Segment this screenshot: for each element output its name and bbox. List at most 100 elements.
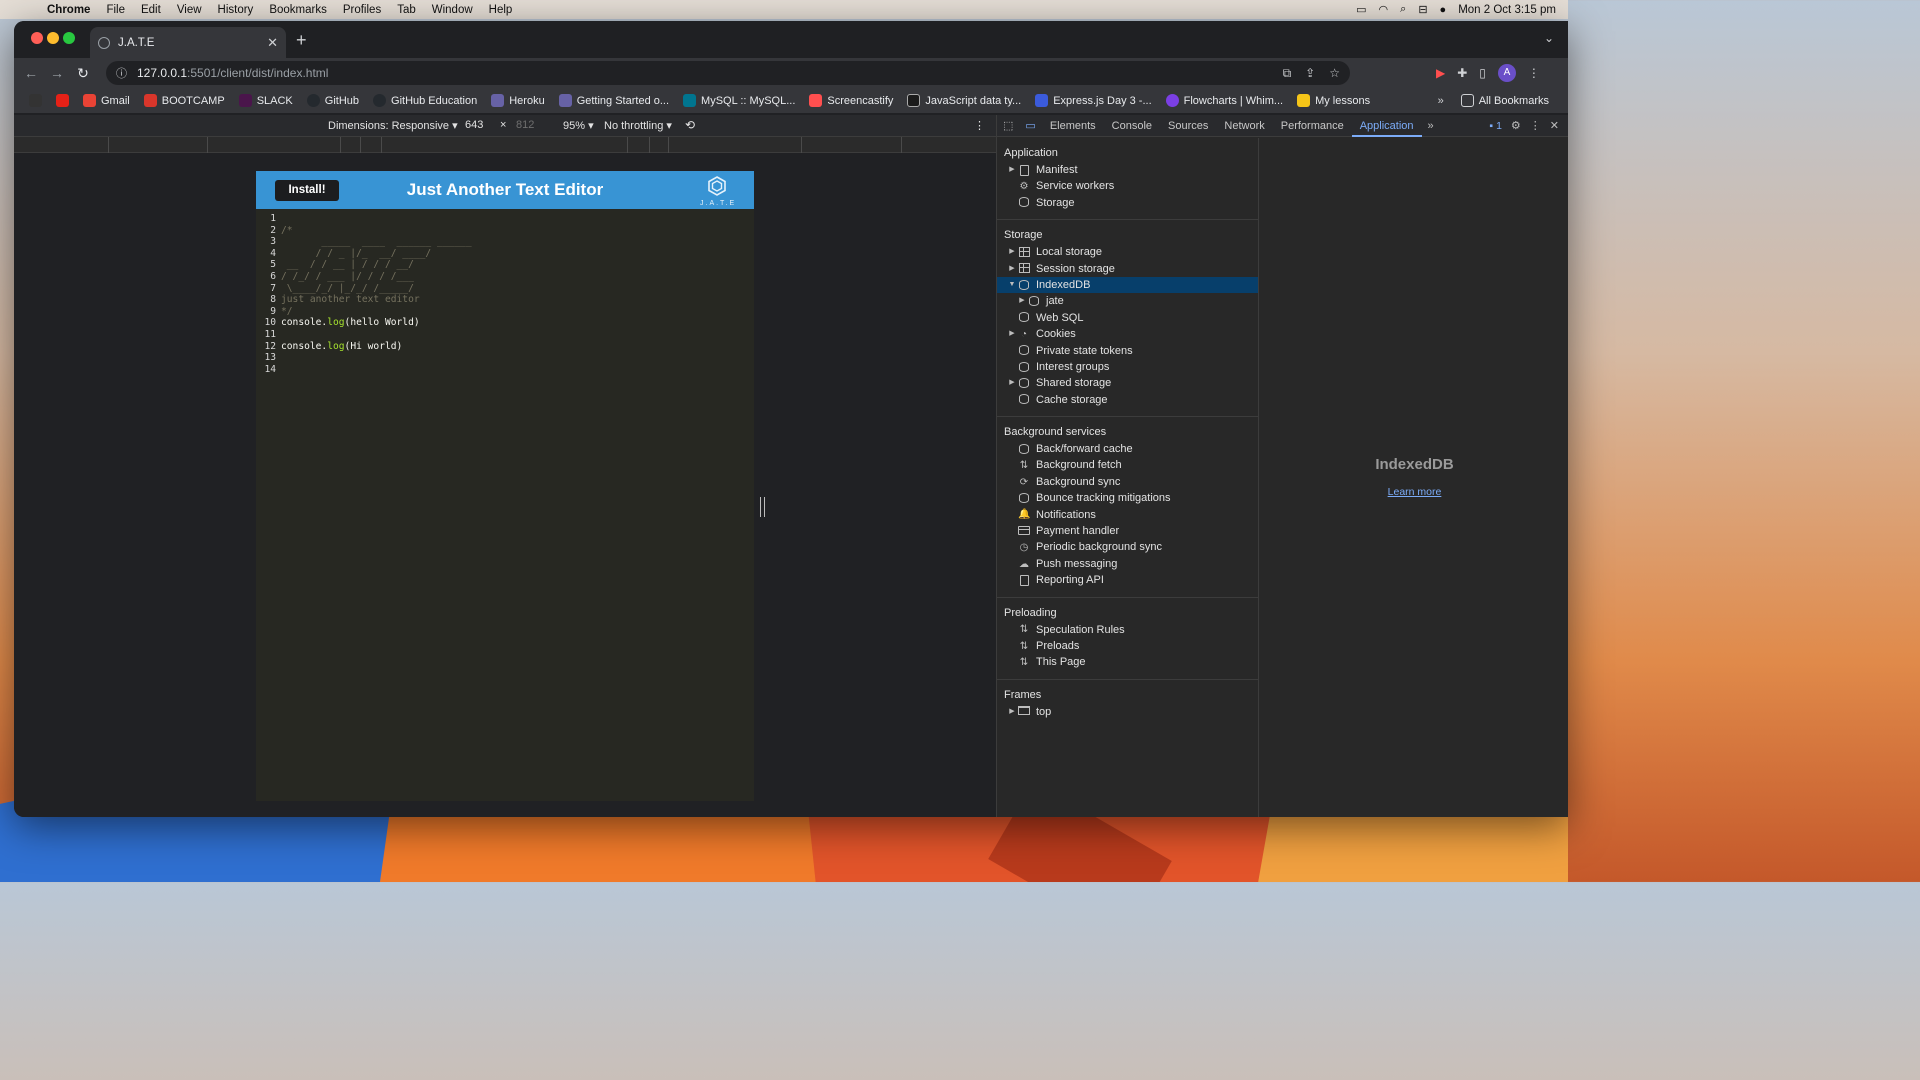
sidebar-item-private-state-tokens[interactable]: Private state tokens [997, 343, 1258, 359]
screencastify-extension-icon[interactable]: ▶ [1436, 66, 1445, 80]
expand-arrow-icon[interactable]: ▶ [1008, 704, 1016, 720]
sidebar-item-local-storage[interactable]: ▶ Local storage [997, 244, 1258, 260]
bookmark-getting-started[interactable]: Getting Started o... [552, 94, 676, 107]
bookmark-heroku[interactable]: Heroku [484, 94, 551, 107]
expand-arrow-icon[interactable]: ▶ [1008, 326, 1016, 342]
browser-tab[interactable]: J.A.T.E ✕ [90, 27, 286, 58]
bookmark-item[interactable] [49, 94, 76, 107]
issues-badge[interactable]: ▪ 1 [1489, 120, 1501, 132]
menu-window[interactable]: Window [425, 4, 482, 16]
media-query-segment[interactable] [381, 137, 382, 153]
media-query-segment[interactable] [340, 137, 341, 153]
profile-avatar[interactable]: A [1497, 64, 1516, 82]
media-query-segment[interactable] [801, 137, 802, 153]
spotlight-search-icon[interactable]: ⌕ [1400, 3, 1406, 16]
sidebar-item-shared-storage[interactable]: ▶ Shared storage [997, 375, 1258, 391]
chrome-menu-icon[interactable]: ⋮ [1528, 66, 1540, 80]
devtools-menu-icon[interactable]: ⋮ [1530, 119, 1541, 132]
editor-line[interactable]: 12 console.log(Hi world) [256, 341, 754, 353]
bookmark-my-lessons[interactable]: My lessons [1290, 94, 1377, 107]
settings-gear-icon[interactable]: ⚙ [1511, 119, 1521, 132]
editor-line[interactable]: 3 _____ ____ ______ ______ [256, 236, 754, 248]
reload-button[interactable]: ↻ [70, 65, 96, 82]
editor-line[interactable]: 11 [256, 329, 754, 341]
site-info-icon[interactable]: ⓘ [116, 65, 127, 81]
editor-line[interactable]: 14 [256, 364, 754, 376]
zoom-dropdown[interactable]: 95% ▾ [563, 119, 594, 132]
expand-arrow-icon[interactable]: ▶ [1008, 261, 1016, 277]
sidebar-item-speculation-rules[interactable]: ⇅ Speculation Rules [997, 622, 1258, 638]
sidebar-item-reporting-api[interactable]: Reporting API [997, 572, 1258, 588]
media-query-segment[interactable] [627, 137, 628, 153]
menu-edit[interactable]: Edit [134, 4, 170, 16]
more-bookmarks-chevron-icon[interactable]: » [1438, 95, 1444, 107]
tab-search-chevron-icon[interactable]: ⌄ [1544, 31, 1554, 45]
sidebar-item-manifest[interactable]: ▶ Manifest [997, 162, 1258, 178]
menu-view[interactable]: View [170, 4, 211, 16]
bookmark-github-education[interactable]: GitHub Education [366, 94, 484, 107]
media-query-segment[interactable] [649, 137, 650, 153]
editor-line[interactable]: 1 [256, 213, 754, 225]
install-button[interactable]: Install! [275, 180, 339, 201]
sidebar-item-service-workers[interactable]: ⚙ Service workers [997, 178, 1258, 194]
tab-network[interactable]: Network [1216, 115, 1272, 137]
editor-line[interactable]: 6 / /_/ / ___ |/ / / /___ [256, 271, 754, 283]
sidebar-item-push-messaging[interactable]: ☁ Push messaging [997, 556, 1258, 572]
wifi-icon[interactable]: ◠ [1379, 3, 1389, 16]
device-toolbar-toggle-icon[interactable]: ▭ [1019, 119, 1041, 132]
bookmark-mysql[interactable]: MySQL :: MySQL... [676, 94, 802, 107]
sidebar-item-background-sync[interactable]: ⟳ Background sync [997, 474, 1258, 490]
editor-line[interactable]: 13 [256, 352, 754, 364]
sidebar-item-notifications[interactable]: 🔔 Notifications [997, 507, 1258, 523]
height-input[interactable]: 812 [516, 119, 534, 131]
tab-console[interactable]: Console [1104, 115, 1160, 137]
sidebar-item-cookies[interactable]: ▶ ◔ Cookies [997, 326, 1258, 342]
editor-line[interactable]: 10 console.log(hello World) [256, 317, 754, 329]
menu-app-name[interactable]: Chrome [40, 4, 99, 16]
sidebar-item-back-forward-cache[interactable]: Back/forward cache [997, 441, 1258, 457]
width-input[interactable]: 643 [465, 119, 483, 131]
editor-line[interactable]: 4 / / _ |/_ __/ ____/ [256, 248, 754, 260]
bookmark-javascript-data-types[interactable]: JavaScript data ty... [900, 94, 1028, 107]
menu-tab[interactable]: Tab [390, 4, 425, 16]
menu-bookmarks[interactable]: Bookmarks [262, 4, 336, 16]
menu-file[interactable]: File [99, 4, 134, 16]
extensions-puzzle-icon[interactable]: ✚ [1457, 66, 1467, 80]
bookmark-express[interactable]: Express.js Day 3 -... [1028, 94, 1158, 107]
side-panel-icon[interactable]: ▯ [1479, 66, 1486, 80]
control-center-icon[interactable]: ⊟ [1418, 3, 1427, 16]
expand-arrow-open-icon[interactable]: ▼ [1008, 277, 1016, 293]
viewport-resize-handle-right[interactable] [760, 497, 765, 517]
expand-arrow-icon[interactable]: ▶ [1018, 293, 1026, 309]
expand-arrow-icon[interactable]: ▶ [1008, 244, 1016, 260]
sidebar-item-top[interactable]: ▶ top [997, 704, 1258, 720]
media-query-segment[interactable] [668, 137, 669, 153]
editor-line[interactable]: 5 __ / / __ | / / / __/ [256, 259, 754, 271]
media-query-segment[interactable] [901, 137, 902, 153]
tab-application[interactable]: Application [1351, 115, 1422, 137]
sidebar-item-preloads[interactable]: ⇅ Preloads [997, 638, 1258, 654]
sidebar-item-cache-storage[interactable]: Cache storage [997, 392, 1258, 408]
inspect-element-icon[interactable]: ⬚ [997, 119, 1019, 132]
code-editor[interactable]: 1 2/* 3 _____ ____ ______ ______ 4 / / _ |/… [256, 213, 754, 375]
address-bar[interactable]: ⓘ 127.0.0.1:5501/client/dist/index.html … [106, 61, 1350, 85]
editor-line[interactable]: 9 */ [256, 306, 754, 318]
bookmark-screencastify[interactable]: Screencastify [802, 94, 900, 107]
media-query-segment[interactable] [360, 137, 361, 153]
back-button[interactable]: ← [18, 65, 44, 81]
dimensions-dropdown[interactable]: Dimensions: Responsive ▾ [328, 119, 458, 132]
bookmark-slack[interactable]: SLACK [232, 94, 300, 107]
new-tab-button[interactable]: + [296, 30, 307, 51]
window-zoom-button[interactable] [63, 32, 75, 44]
editor-line[interactable]: 2 /* [256, 225, 754, 237]
address-url[interactable]: 127.0.0.1:5501/client/dist/index.html [137, 66, 328, 80]
bookmark-bootcamp[interactable]: BOOTCAMP [137, 94, 232, 107]
sidebar-item-web-sql[interactable]: Web SQL [997, 310, 1258, 326]
sidebar-item-storage[interactable]: Storage [997, 195, 1258, 211]
battery-icon[interactable]: ▭ [1356, 3, 1366, 16]
editor-line[interactable]: 8 just another text editor [256, 294, 754, 306]
menu-profiles[interactable]: Profiles [336, 4, 390, 16]
media-query-segment[interactable] [207, 137, 208, 153]
sidebar-item-bounce-tracking-mitigations[interactable]: Bounce tracking mitigations [997, 490, 1258, 506]
sidebar-item-indexeddb[interactable]: ▼ IndexedDB [997, 276, 1258, 294]
